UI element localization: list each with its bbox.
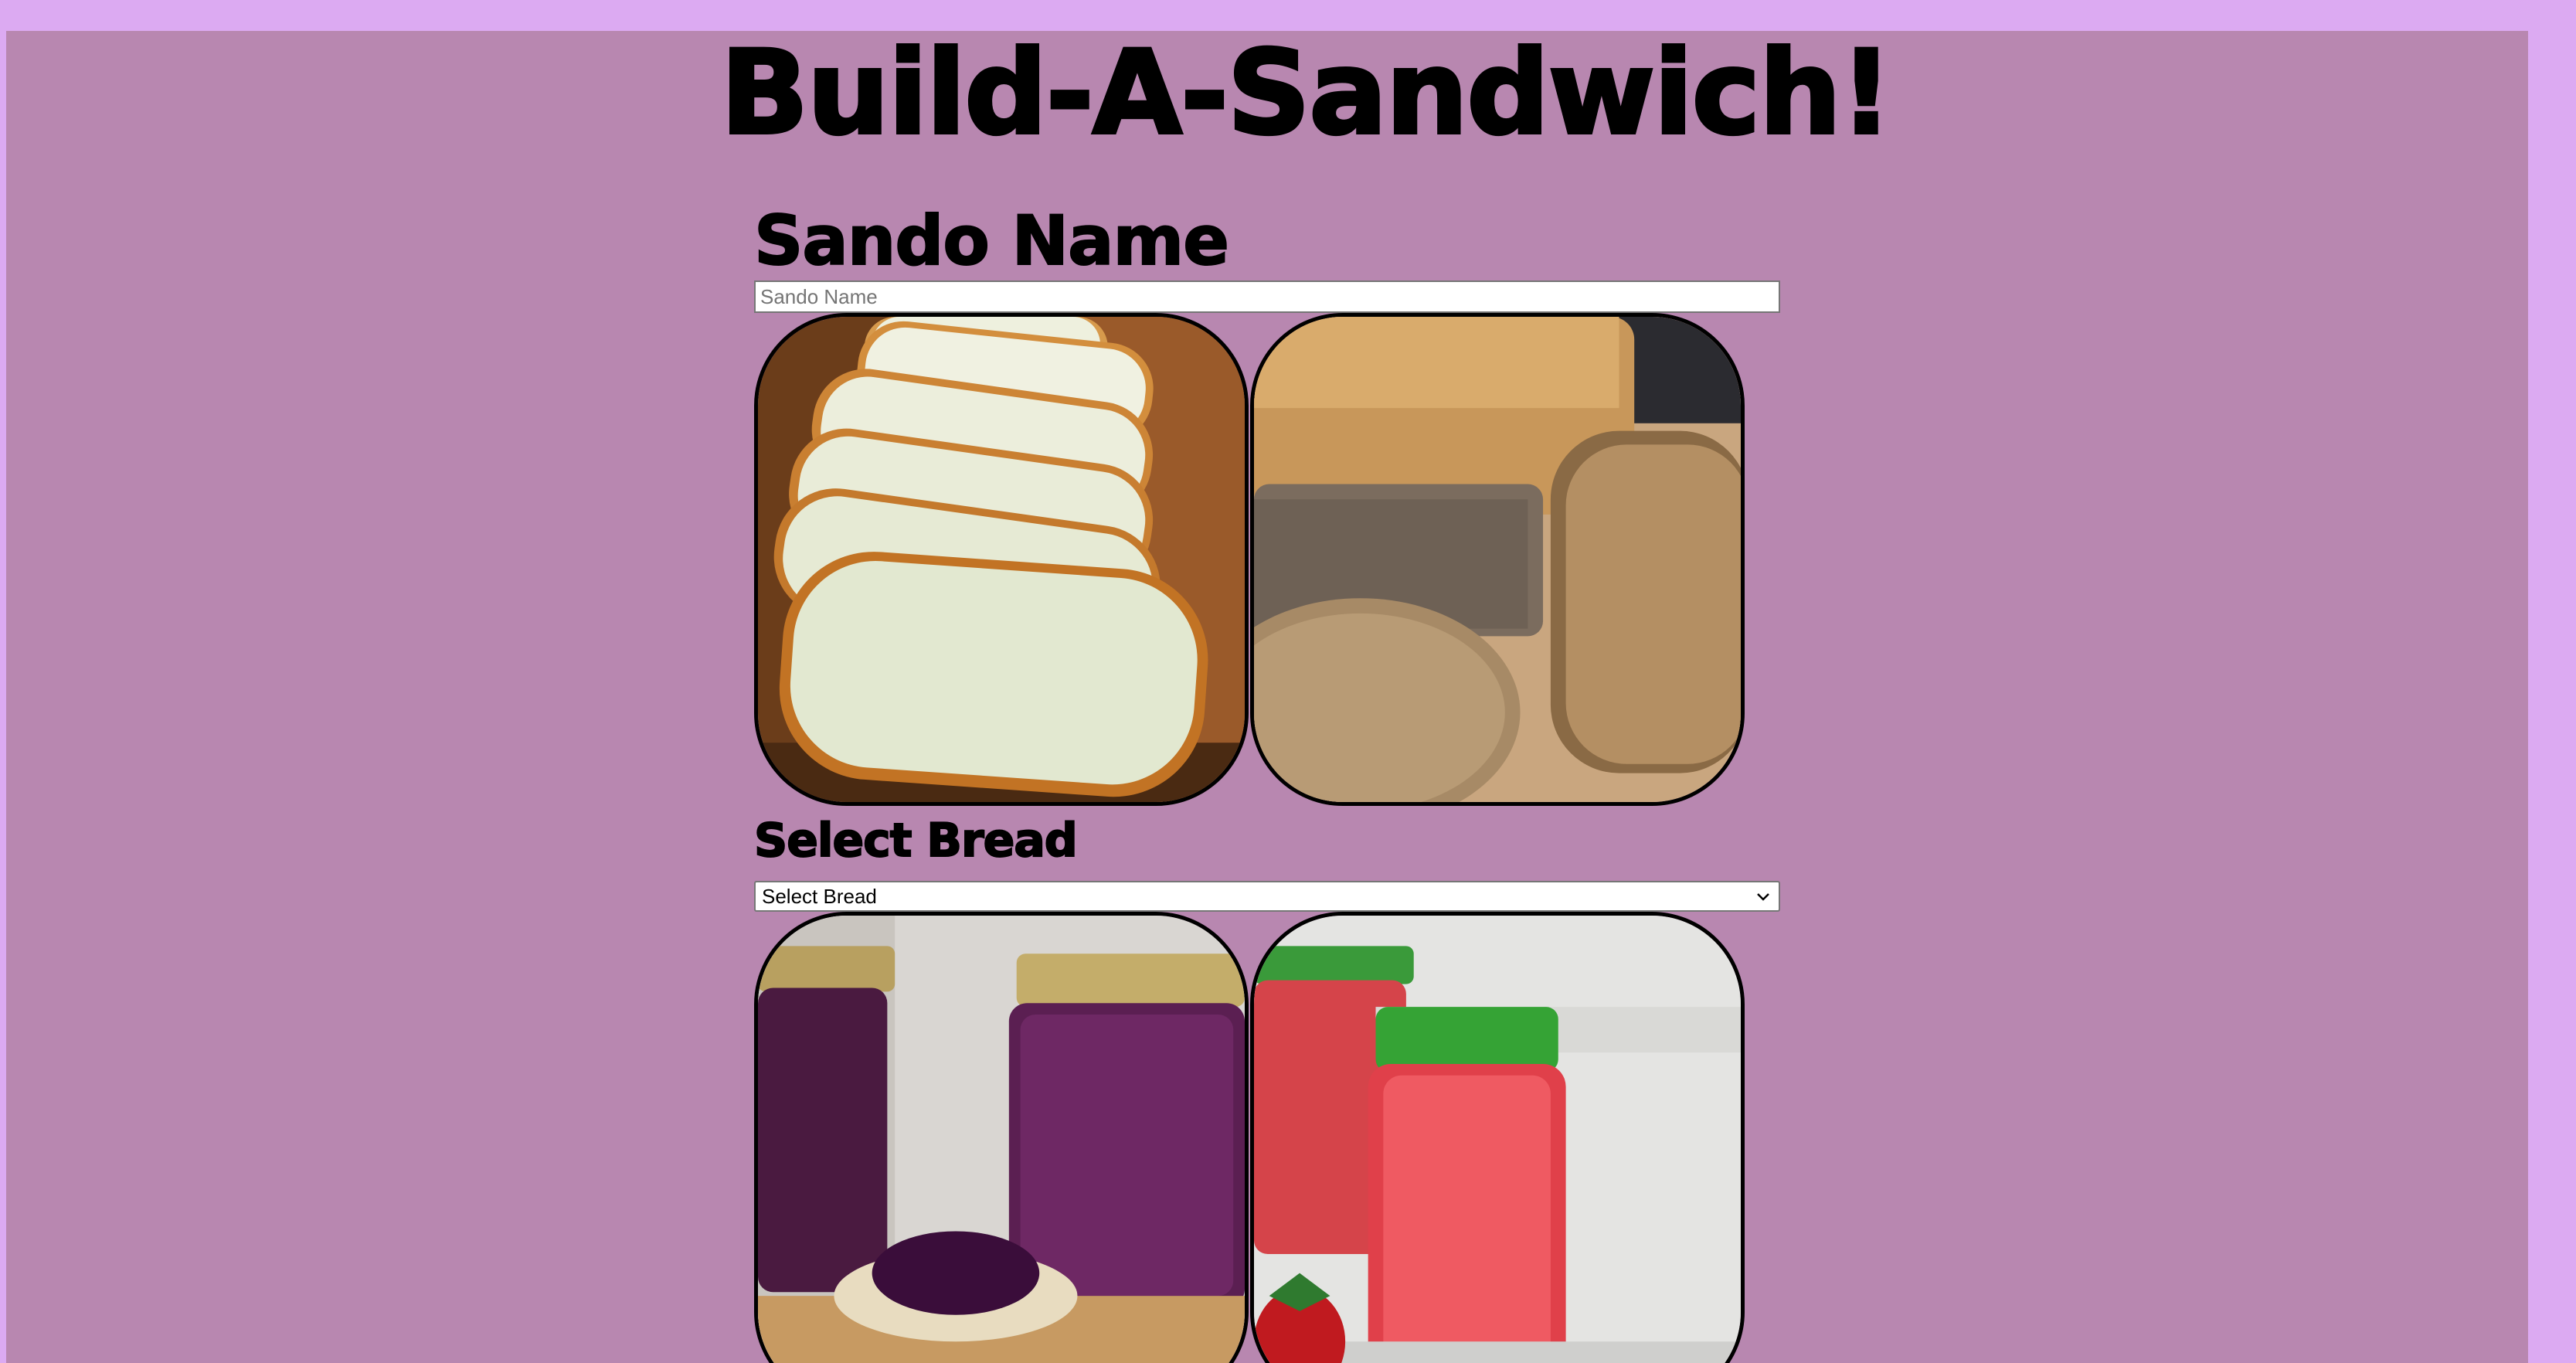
bread-select-value: Select Bread	[762, 884, 877, 908]
sando-name-heading: Sando Name	[753, 201, 1230, 280]
chevron-down-icon	[1754, 887, 1772, 906]
strawberry-jelly-image[interactable]	[1250, 912, 1745, 1363]
white-bread-image[interactable]	[754, 313, 1249, 806]
bread-select[interactable]: Select Bread	[754, 881, 1780, 912]
wheat-bread-image[interactable]	[1250, 313, 1745, 806]
sandwich-form: Sando Name Sando Name Select Bread Selec…	[753, 31, 1785, 1363]
select-bread-heading: Select Bread	[753, 814, 1079, 868]
main-panel: Build-A-Sandwich! Sando Name Sando Name …	[6, 31, 2528, 1363]
grape-jelly-image[interactable]	[754, 912, 1249, 1363]
sando-name-input[interactable]	[754, 280, 1780, 313]
